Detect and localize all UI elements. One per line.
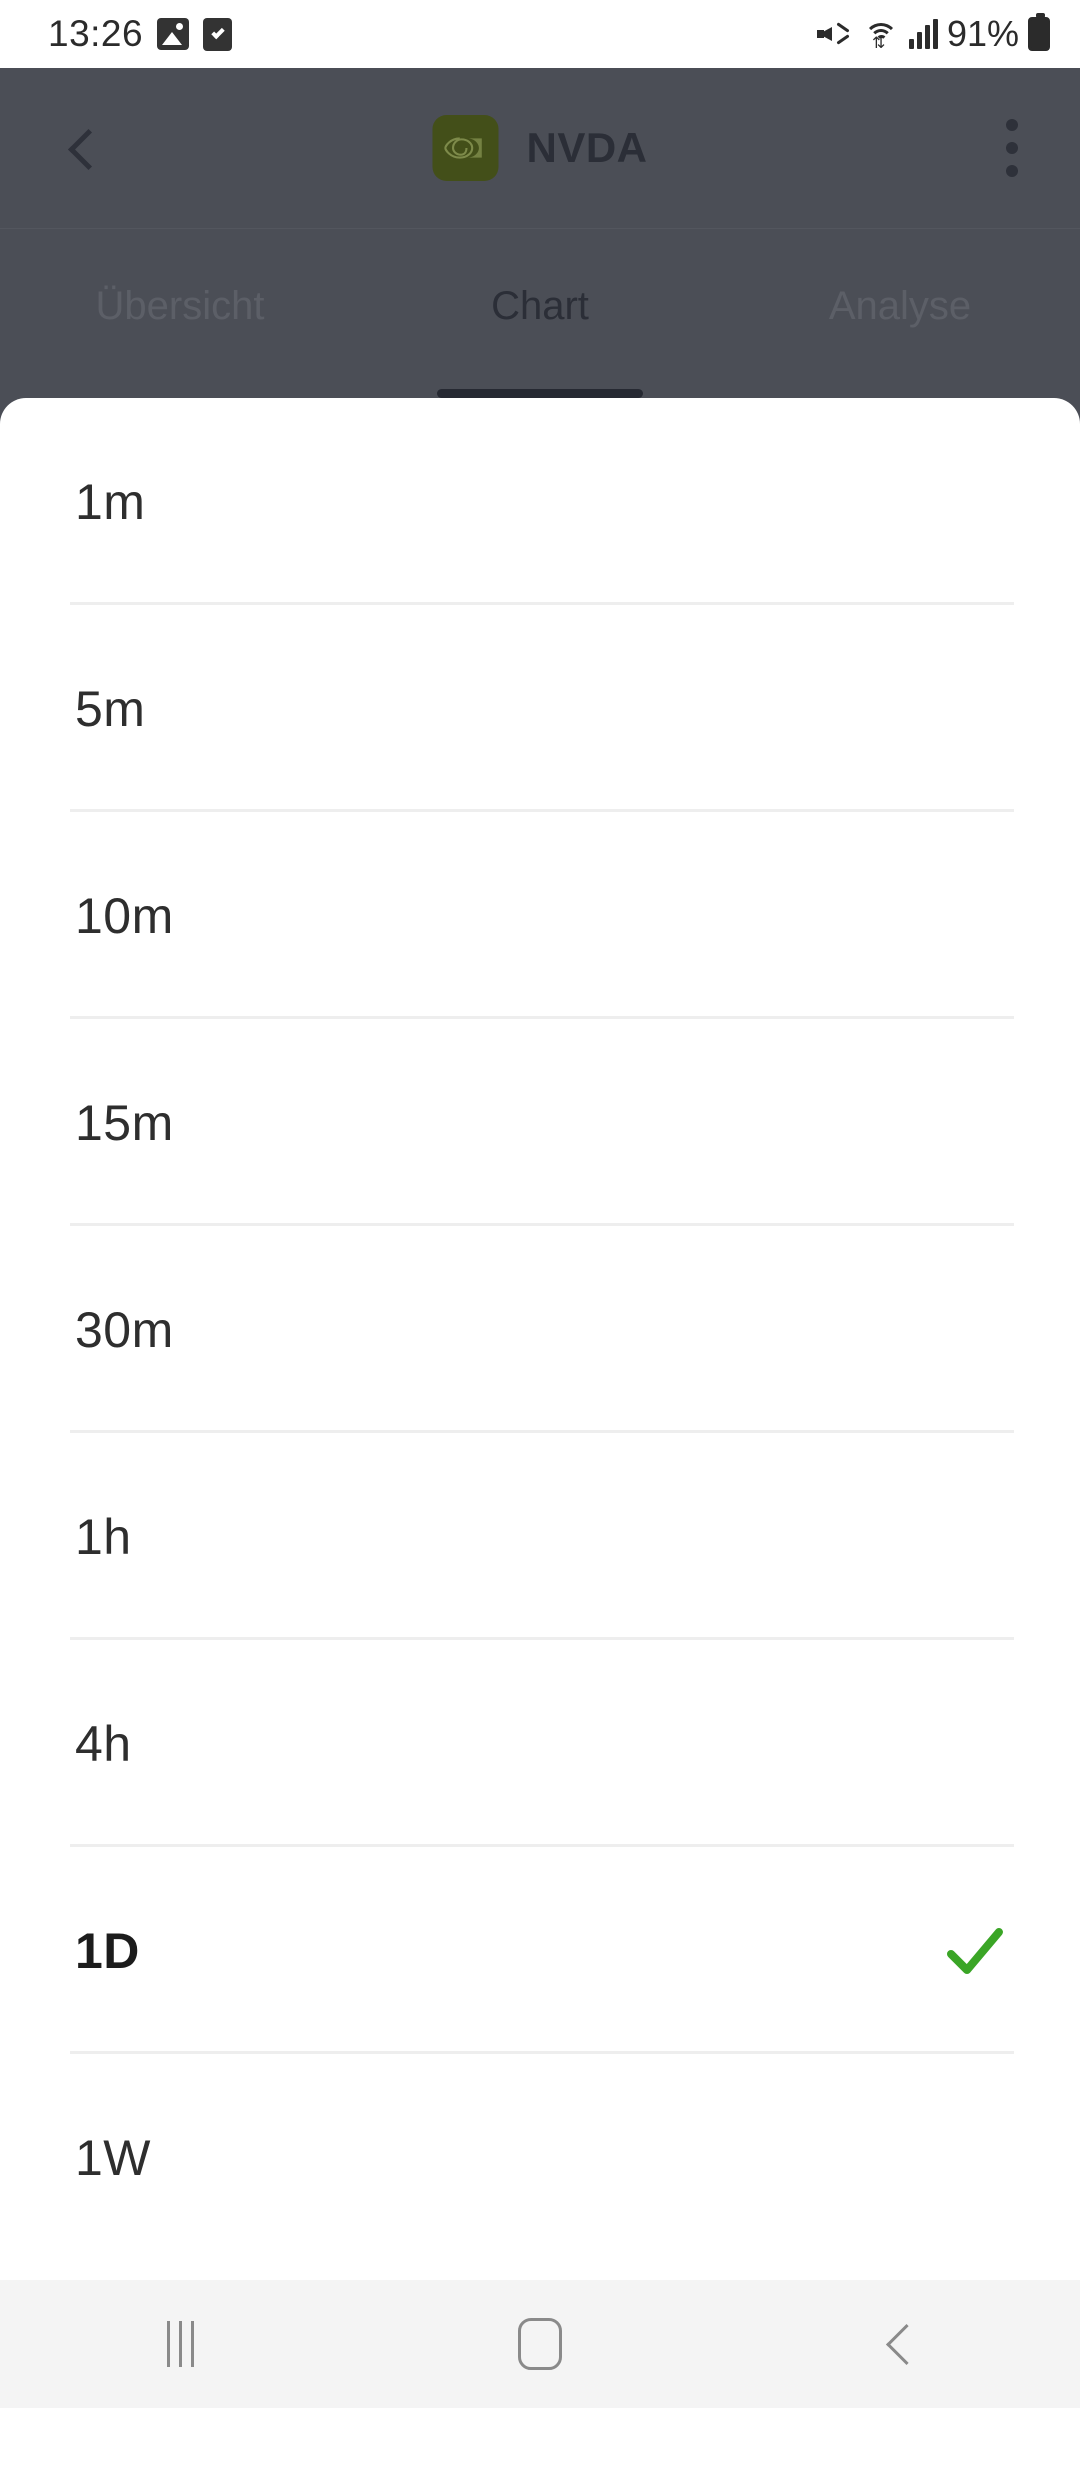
check-icon: [943, 1920, 1005, 1982]
interval-option-1d[interactable]: 1D: [0, 1847, 1080, 2054]
nav-recents-button[interactable]: [0, 2280, 360, 2408]
tab-label: Übersicht: [95, 284, 265, 328]
mute-icon: [816, 18, 853, 50]
interval-option-label: 1D: [75, 1922, 140, 1979]
page-title: NVDA: [526, 124, 648, 171]
tab-chart[interactable]: Chart: [360, 229, 720, 398]
overflow-menu-icon[interactable]: [1006, 119, 1018, 177]
interval-option-label: 1W: [75, 2129, 151, 2186]
interval-option-15m[interactable]: 15m: [0, 1019, 1080, 1226]
app-bar: NVDA: [0, 68, 1080, 228]
android-nav-bar: [0, 2280, 1080, 2408]
interval-option-label: 1m: [75, 473, 146, 530]
interval-option-label: 30m: [75, 1301, 174, 1358]
app-bar-title-group: NVDA: [432, 115, 647, 181]
interval-option-label: 5m: [75, 680, 146, 737]
interval-option-list: 1m 5m 10m 15m 30m 1h 4h 1D 1W: [0, 398, 1080, 2261]
interval-option-1m[interactable]: 1m: [0, 398, 1080, 605]
status-bar-right: ⇅ 91%: [816, 13, 1050, 55]
interval-option-label: 1h: [75, 1508, 132, 1565]
nvidia-logo-icon: [432, 115, 499, 181]
interval-option-1w[interactable]: 1W: [0, 2054, 1080, 2261]
status-bar: 13:26 ⇅ 91%: [0, 0, 1080, 68]
interval-option-label: 15m: [75, 1094, 174, 1151]
interval-option-1h[interactable]: 1h: [0, 1433, 1080, 1640]
interval-option-30m[interactable]: 30m: [0, 1226, 1080, 1433]
interval-bottom-sheet: 1m 5m 10m 15m 30m 1h 4h 1D 1W: [0, 398, 1080, 2280]
interval-option-label: 4h: [75, 1715, 132, 1772]
tab-label: Analyse: [828, 284, 972, 328]
interval-option-10m[interactable]: 10m: [0, 812, 1080, 1019]
status-bar-clock: 13:26: [48, 13, 144, 54]
interval-option-label: 10m: [75, 887, 174, 944]
interval-option-5m[interactable]: 5m: [0, 605, 1080, 812]
tab-analyse[interactable]: Analyse: [720, 229, 1080, 398]
cellular-signal-icon: [908, 19, 938, 49]
recents-icon: [166, 2321, 194, 2367]
tab-bar: Übersicht Chart Analyse: [0, 228, 1080, 398]
nav-home-button[interactable]: [360, 2280, 720, 2408]
task-checkbox-icon: [203, 17, 233, 51]
battery-percent-label: 91%: [946, 13, 1019, 54]
wifi-icon: ⇅: [862, 18, 900, 52]
status-bar-left: 13:26: [48, 13, 233, 55]
active-tab-indicator: [437, 389, 643, 398]
back-icon: [880, 2324, 920, 2364]
battery-icon: [1028, 13, 1050, 51]
gallery-icon: [157, 18, 190, 50]
home-icon: [518, 2318, 562, 2370]
tab-label: Chart: [491, 284, 589, 328]
interval-option-4h[interactable]: 4h: [0, 1640, 1080, 1847]
back-chevron-icon[interactable]: [60, 125, 106, 171]
nav-back-button[interactable]: [720, 2280, 1080, 2408]
tab-uebersicht[interactable]: Übersicht: [0, 229, 360, 398]
